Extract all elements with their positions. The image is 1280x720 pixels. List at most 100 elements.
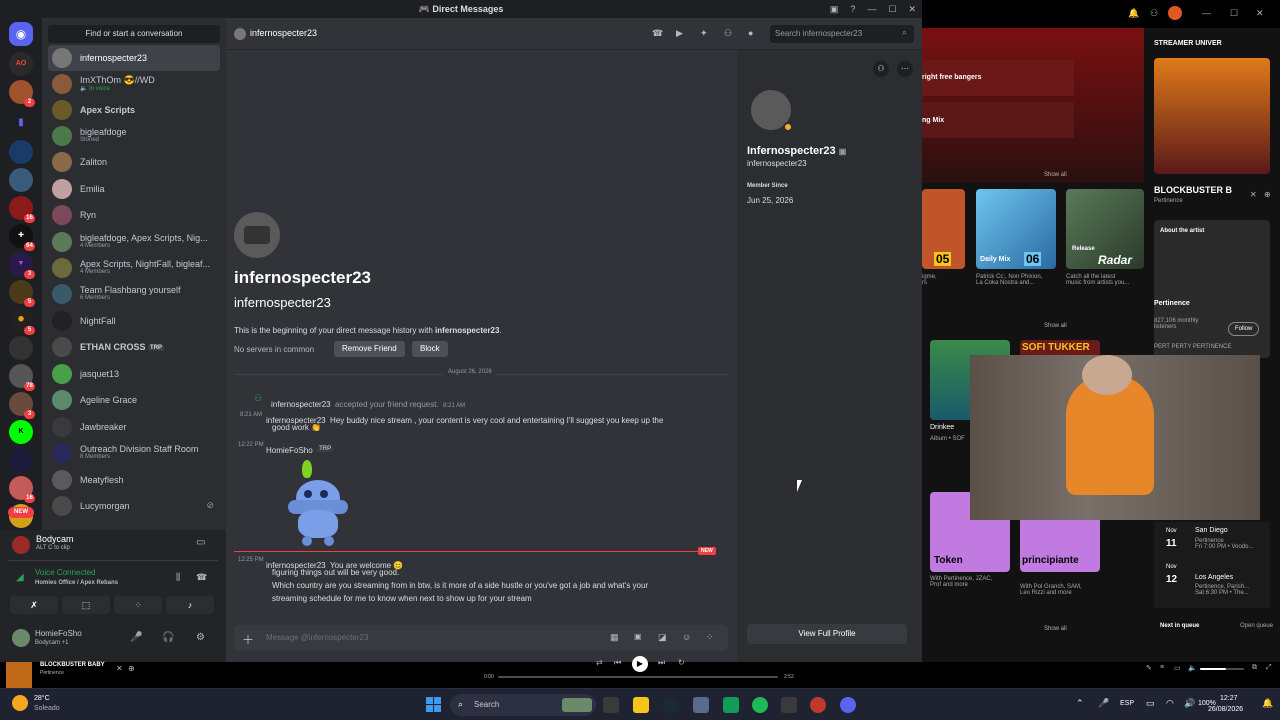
dm-item[interactable]: ImXThOm 😎//WD 🔈 In voice [48, 71, 220, 97]
sticker-icon[interactable]: ◪ [658, 632, 667, 643]
recipient-name[interactable]: infernospecter23 [250, 28, 317, 38]
dm-item[interactable]: Meatyflesh [48, 467, 220, 493]
language-indicator[interactable]: ESP [1120, 700, 1134, 707]
server-icon[interactable]: AO [9, 52, 33, 76]
clock-time[interactable]: 12:27 [1220, 695, 1238, 702]
windows-start-icon[interactable] [426, 697, 441, 712]
dm-item[interactable]: NightFall [48, 308, 220, 334]
shuffle-icon[interactable]: ⇄ [596, 658, 603, 667]
wumpus-sticker[interactable] [282, 456, 354, 548]
search-input[interactable]: Search infernospecter23 [770, 25, 914, 43]
screen-share-button[interactable]: ⬚ [62, 596, 110, 614]
show-all-link[interactable]: Show all [1044, 323, 1067, 329]
video-toggle-button[interactable]: ✗ [10, 596, 58, 614]
app-icon[interactable] [781, 697, 797, 713]
pin-icon[interactable]: ✦ [700, 28, 710, 38]
discord-icon[interactable] [840, 697, 856, 713]
previous-icon[interactable]: ⏮ [614, 658, 621, 668]
voice-channel[interactable]: Homies Office / Apex Rebans [35, 580, 118, 586]
queue-icon[interactable]: ≡ [1160, 664, 1164, 671]
inbox-icon[interactable]: ▣ [830, 0, 839, 18]
minimize-button[interactable]: — [1202, 8, 1211, 18]
emoji-icon[interactable]: ☺ [682, 632, 691, 642]
block-button[interactable]: Block [412, 341, 448, 357]
track-artist[interactable]: Pertinence [40, 670, 64, 676]
taskbar-search[interactable]: ⌕ Search [450, 694, 596, 716]
progress-bar[interactable] [498, 676, 778, 678]
track-title[interactable]: BLOCKBUSTER BABY [40, 662, 105, 668]
spotify-icon[interactable] [752, 697, 768, 713]
file-explorer-icon[interactable] [633, 697, 649, 713]
volume-slider[interactable] [1200, 668, 1244, 670]
apps-icon[interactable]: ⁘ [706, 632, 714, 643]
notifications-icon[interactable]: 🔔 [1128, 8, 1139, 19]
volume-icon[interactable]: 🔊 [1184, 698, 1195, 709]
wifi-icon[interactable]: ◠ [1166, 698, 1174, 709]
steam-icon[interactable] [663, 697, 679, 713]
playlist-row[interactable] [922, 102, 1074, 138]
maximize-button[interactable]: ☐ [1230, 8, 1238, 19]
server-icon[interactable] [9, 336, 33, 360]
app-icon[interactable] [723, 697, 739, 713]
server-icon[interactable] [9, 140, 33, 164]
settings-gear-icon[interactable]: ⚙ [196, 632, 205, 643]
event-city[interactable]: San Diego [1195, 527, 1228, 534]
show-all-link[interactable]: Show all [1044, 626, 1067, 632]
chevron-up-icon[interactable]: ⌃ [1076, 698, 1084, 709]
dm-item[interactable]: jasquet13 [48, 361, 220, 387]
weather-icon[interactable] [12, 695, 28, 711]
mini-player-icon[interactable]: ⧉ [1252, 664, 1257, 672]
avatar[interactable] [1168, 6, 1182, 20]
headphones-icon[interactable]: 🎧 [162, 632, 174, 643]
disconnect-icon[interactable]: ☎ [196, 572, 207, 583]
event-city[interactable]: Los Angeles [1195, 574, 1233, 581]
microphone-icon[interactable]: 🎤 [130, 632, 142, 643]
view-full-profile-button[interactable]: View Full Profile [747, 624, 907, 644]
network-icon[interactable]: ▭ [1146, 698, 1155, 709]
devices-icon[interactable]: ▭ [1174, 664, 1181, 672]
add-attachment-icon[interactable]: ＋ [242, 631, 254, 648]
settings-icon[interactable] [693, 697, 709, 713]
close-button[interactable]: ✕ [1256, 8, 1264, 19]
microphone-icon[interactable]: 🎤 [1098, 698, 1109, 709]
soundboard-icon[interactable]: ⫼ [176, 572, 180, 583]
dm-item[interactable]: bigleafdoge, Apex Scripts, Nig... 4 Membe… [48, 229, 220, 255]
dm-item[interactable]: Apex Scripts [48, 97, 220, 123]
show-all-link[interactable]: Show all [1044, 172, 1067, 178]
next-icon[interactable]: ⏭ [658, 658, 665, 668]
video-call-icon[interactable]: ▶ [676, 28, 686, 38]
clock-date[interactable]: 26/08/2026 [1208, 706, 1243, 713]
about-artist-card[interactable] [1154, 220, 1270, 358]
dm-item[interactable]: Zaliton [48, 149, 220, 175]
server-icon[interactable] [9, 168, 33, 192]
add-icon[interactable]: ⊕ [128, 664, 135, 673]
dm-item[interactable]: Jawbreaker [48, 414, 220, 440]
close-icon[interactable]: ✕ [116, 664, 123, 673]
dm-item[interactable]: infernospecter23 [48, 45, 220, 71]
message-input[interactable]: Message @infernospecter23 [266, 633, 368, 642]
remove-friend-button[interactable]: Remove Friend [334, 341, 405, 357]
task-view-icon[interactable] [603, 697, 619, 713]
message-composer[interactable]: ＋ Message @infernospecter23 ▦ ▣ ◪ ☺ ⁘ [234, 625, 728, 651]
dm-item[interactable]: ETHAN CROSS TRP [48, 334, 220, 360]
gift-icon[interactable]: ▦ [610, 632, 619, 643]
dm-item[interactable]: Ageline Grace [48, 387, 220, 413]
close-panel-icon[interactable]: ✕ [1250, 190, 1257, 199]
volume-icon[interactable]: 🔈 [1188, 664, 1197, 672]
dm-item[interactable]: Lucymorgan ⊘ [48, 493, 220, 519]
lyrics-icon[interactable]: ✎ [1146, 664, 1152, 672]
soundboard-button[interactable]: ♪ [166, 596, 214, 614]
server-icon[interactable] [9, 448, 33, 472]
more-options-icon[interactable]: ⋯ [897, 61, 913, 77]
gif-icon[interactable]: ▣ [634, 632, 642, 641]
avatar[interactable] [234, 212, 280, 258]
add-friend-icon[interactable]: ⚇ [873, 61, 889, 77]
minimize-button[interactable]: — [867, 0, 876, 18]
voice-call-icon[interactable]: ☎ [652, 28, 663, 38]
dm-item[interactable]: bigleafdoge Stoned [48, 123, 220, 149]
activities-button[interactable]: ⁘ [114, 596, 162, 614]
play-button[interactable]: ▶ [632, 656, 648, 672]
dm-item[interactable]: Apex Scripts, NightFall, bigleaf... 4 Mem… [48, 255, 220, 281]
weather-temp[interactable]: 28°C [34, 695, 50, 702]
find-conversation-input[interactable]: Find or start a conversation [48, 25, 220, 43]
